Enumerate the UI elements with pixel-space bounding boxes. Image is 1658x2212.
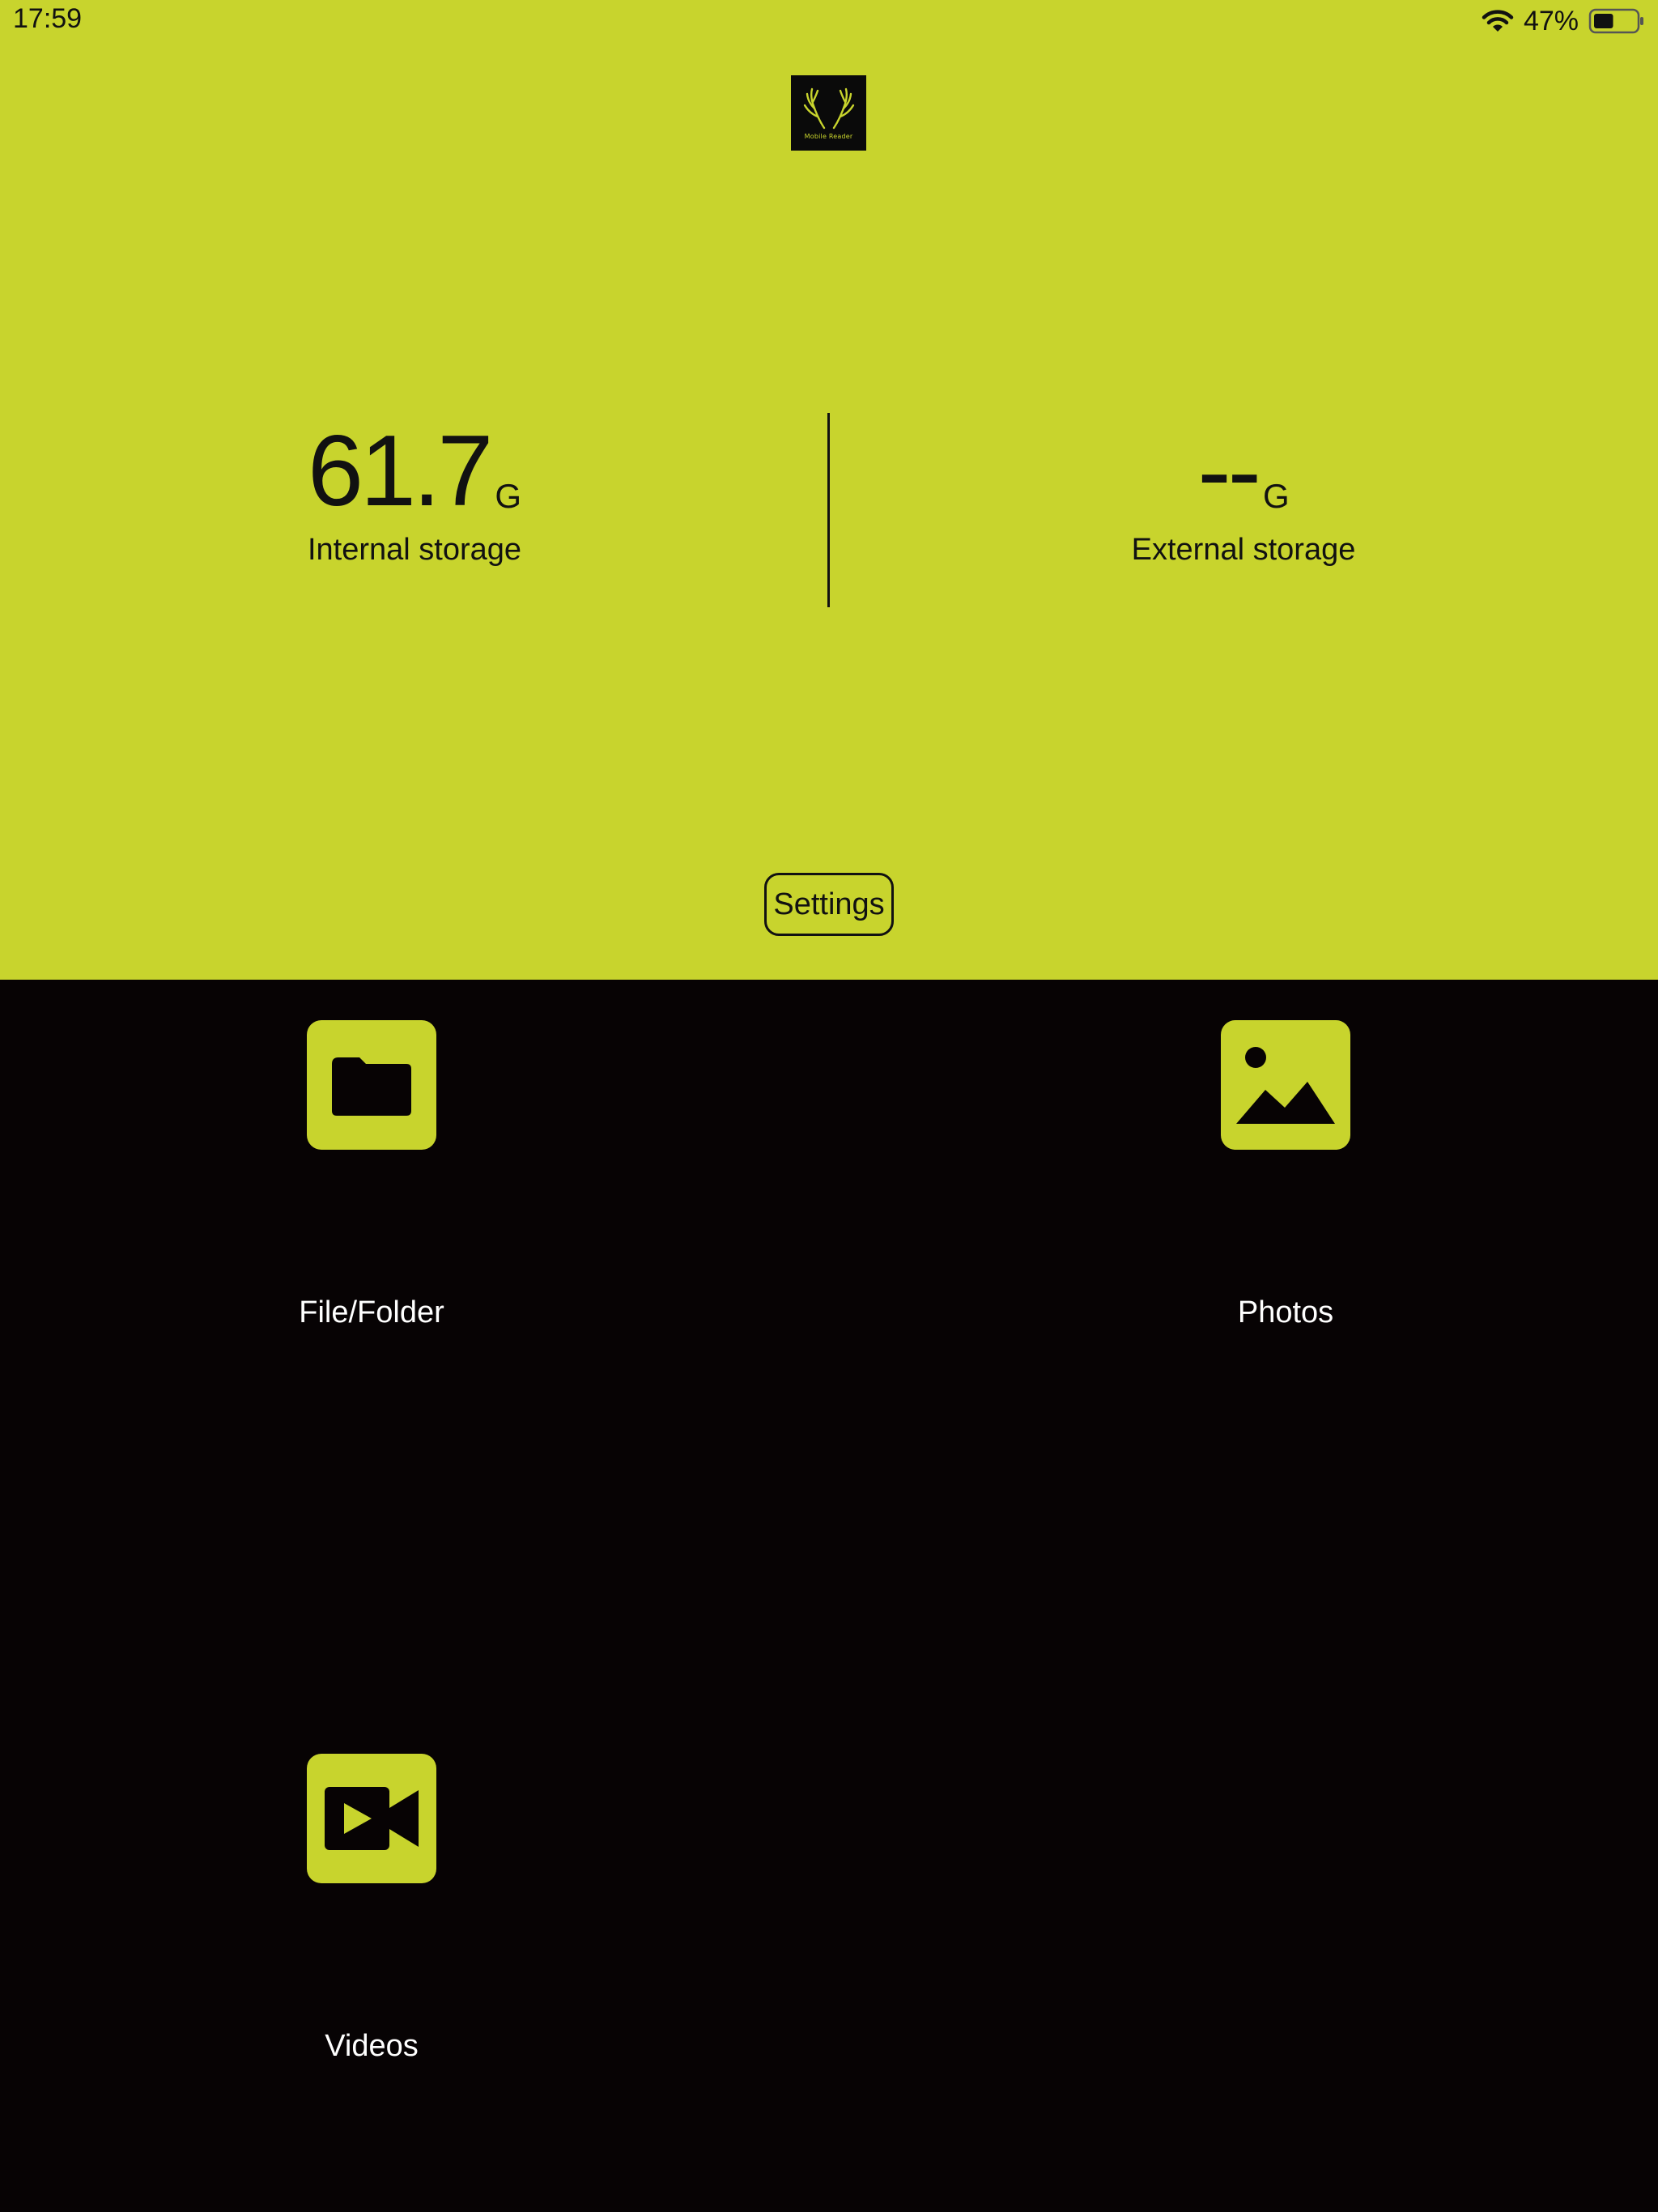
antlers-logo <box>803 87 854 130</box>
battery-icon <box>1588 8 1643 34</box>
photos-icon-box[interactable] <box>1221 1020 1350 1150</box>
settings-button[interactable]: Settings <box>764 873 894 936</box>
storage-divider <box>827 413 830 607</box>
external-storage-value: -- <box>1197 415 1261 527</box>
storage-header: 17:59 47% Mobile Reader 61.7 G Internal … <box>0 0 1658 980</box>
internal-storage-unit: G <box>495 477 521 515</box>
external-storage-label: External storage <box>1131 533 1356 567</box>
videos-icon-box[interactable] <box>307 1754 436 1883</box>
battery-percent: 47% <box>1523 5 1579 36</box>
external-storage: -- G External storage <box>1064 421 1423 568</box>
video-camera-icon <box>325 1787 419 1850</box>
wifi-icon <box>1482 10 1514 32</box>
external-storage-unit: G <box>1262 477 1290 515</box>
tile-label-videos: Videos <box>325 2029 419 2063</box>
tile-file-folder[interactable]: File/Folder <box>274 1020 469 1330</box>
internal-storage-label: Internal storage <box>307 533 522 567</box>
status-indicators: 47% <box>1482 5 1645 37</box>
app-logo: Mobile Reader <box>791 75 866 151</box>
folder-icon <box>332 1057 411 1116</box>
category-grid <box>0 980 1658 2212</box>
tile-photos[interactable]: Photos <box>1188 1020 1383 1330</box>
folder-icon-box[interactable] <box>307 1020 436 1150</box>
internal-storage-value: 61.7 <box>307 415 493 527</box>
image-icon <box>1236 1047 1335 1124</box>
tile-label-file-folder: File/Folder <box>299 1295 444 1329</box>
status-time: 17:59 <box>13 3 83 34</box>
internal-storage: 61.7 G Internal storage <box>235 421 594 568</box>
tile-videos[interactable]: Videos <box>274 1754 469 2064</box>
tile-label-photos: Photos <box>1237 1295 1334 1329</box>
logo-text: Mobile Reader <box>804 133 853 140</box>
